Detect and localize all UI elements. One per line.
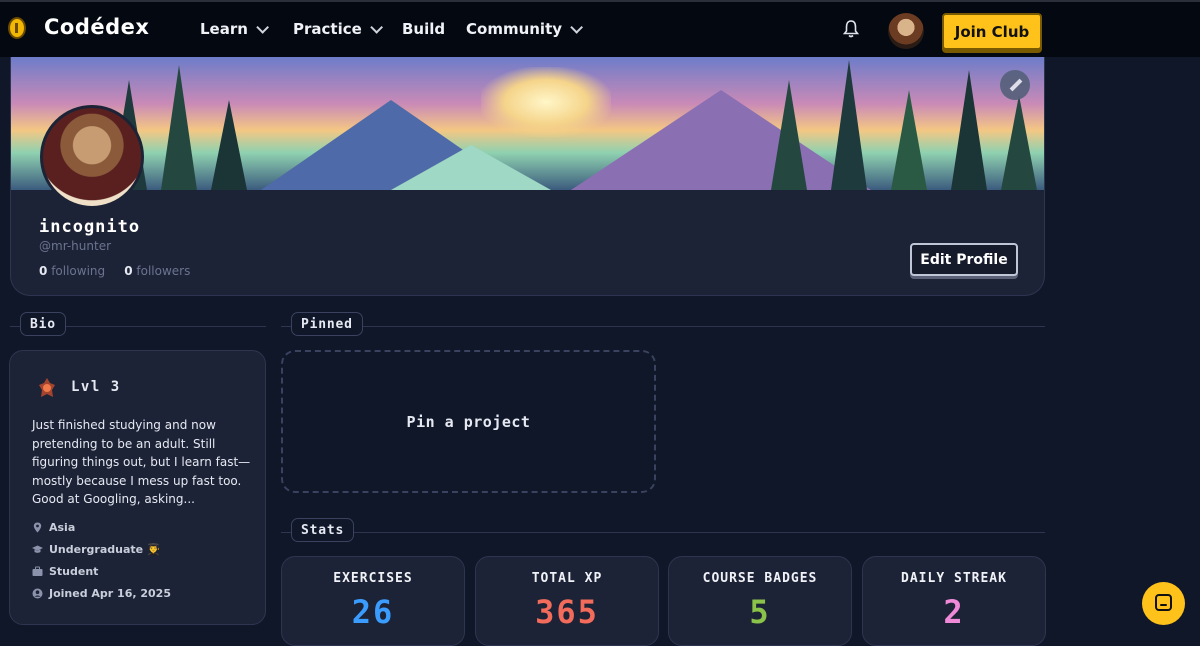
pinned-divider: [281, 326, 1045, 327]
nav-learn[interactable]: Learn: [200, 20, 269, 38]
followers-label: followers: [136, 264, 191, 278]
chevron-down-icon: [256, 20, 269, 34]
education-text: Undergraduate 👨‍🎓: [49, 543, 161, 556]
nav-learn-label: Learn: [200, 20, 248, 38]
nav-build-label: Build: [402, 20, 446, 38]
stat-label: DAILY STREAK: [901, 571, 1007, 586]
banner-tree: [211, 100, 247, 190]
bio-location: Asia: [32, 521, 75, 534]
profile-card: incognito @mr-hunter 0 following 0 follo…: [10, 57, 1045, 296]
graduation-cap-icon: [32, 545, 43, 553]
nav-practice[interactable]: Practice: [293, 20, 383, 38]
bio-section-tag: Bio: [20, 312, 66, 336]
profile-name: incognito: [39, 217, 141, 237]
bio-education: Undergraduate 👨‍🎓: [32, 543, 161, 556]
logo-coin-icon[interactable]: [8, 17, 26, 39]
follow-stats: 0 following 0 followers: [39, 264, 190, 278]
nav-community[interactable]: Community: [466, 20, 584, 38]
banner-mountain: [571, 90, 871, 190]
bio-card: Lvl 3 Just finished studying and now pre…: [9, 350, 266, 625]
pin-project-button[interactable]: Pin a project: [281, 350, 656, 493]
occupation-text: Student: [49, 565, 99, 578]
level-badge-icon: [39, 378, 55, 397]
brand-logo[interactable]: Codédex: [44, 15, 149, 39]
stat-label: TOTAL XP: [531, 571, 603, 586]
stats-section-tag: Stats: [291, 518, 355, 542]
stats-divider: [281, 532, 1045, 533]
top-nav: Codédex Learn Practice Build Community J…: [0, 0, 1200, 57]
banner-tree: [161, 65, 197, 190]
banner-tree: [951, 70, 987, 190]
followers-count: 0: [124, 264, 133, 278]
profile-handle: @mr-hunter: [39, 239, 112, 253]
nav-practice-label: Practice: [293, 20, 362, 38]
user-avatar[interactable]: [888, 13, 924, 49]
map-pin-icon: [33, 522, 42, 533]
bell-icon[interactable]: [843, 20, 859, 38]
followers-link[interactable]: 0 followers: [124, 264, 190, 278]
stat-card-course-badges: COURSE BADGES 5: [668, 556, 852, 646]
level-label: Lvl 3: [71, 379, 121, 395]
profile-banner: [11, 57, 1044, 190]
chevron-down-icon: [570, 20, 584, 34]
location-text: Asia: [49, 521, 76, 534]
stat-value: 5: [749, 593, 771, 631]
chevron-down-icon: [370, 20, 383, 34]
stat-value: 26: [351, 593, 395, 631]
chat-launcher-button[interactable]: [1142, 582, 1185, 625]
profile-avatar: [40, 105, 144, 209]
banner-tree: [831, 60, 867, 190]
stat-label: EXERCISES: [333, 571, 413, 586]
banner-tree: [891, 90, 927, 190]
stat-value: 2: [943, 593, 965, 631]
following-label: following: [51, 264, 106, 278]
following-link[interactable]: 0 following: [39, 264, 105, 278]
edit-profile-button[interactable]: Edit Profile: [910, 243, 1018, 276]
bio-text: Just finished studying and now pretendin…: [32, 418, 251, 506]
stat-card-exercises: EXERCISES 26: [281, 556, 465, 646]
banner-lake: [391, 145, 551, 190]
stat-card-total-xp: TOTAL XP 365: [475, 556, 659, 646]
edit-banner-pencil-icon[interactable]: [1000, 70, 1030, 100]
nav-build[interactable]: Build: [402, 20, 445, 38]
user-circle-icon: [32, 588, 43, 599]
stat-label: COURSE BADGES: [702, 571, 818, 586]
chat-icon: [1155, 594, 1172, 611]
banner-tree: [1001, 95, 1037, 190]
stat-card-daily-streak: DAILY STREAK 2: [862, 556, 1046, 646]
bio-occupation: Student: [32, 565, 98, 578]
bio-joined: Joined Apr 16, 2025: [32, 587, 171, 600]
pinned-section-tag: Pinned: [291, 312, 363, 336]
following-count: 0: [39, 264, 48, 278]
nav-community-label: Community: [466, 20, 563, 38]
briefcase-icon: [32, 566, 43, 576]
banner-tree: [771, 80, 807, 190]
joined-text: Joined Apr 16, 2025: [49, 587, 171, 600]
join-club-button[interactable]: Join Club: [942, 13, 1042, 50]
stat-value: 365: [535, 593, 599, 631]
